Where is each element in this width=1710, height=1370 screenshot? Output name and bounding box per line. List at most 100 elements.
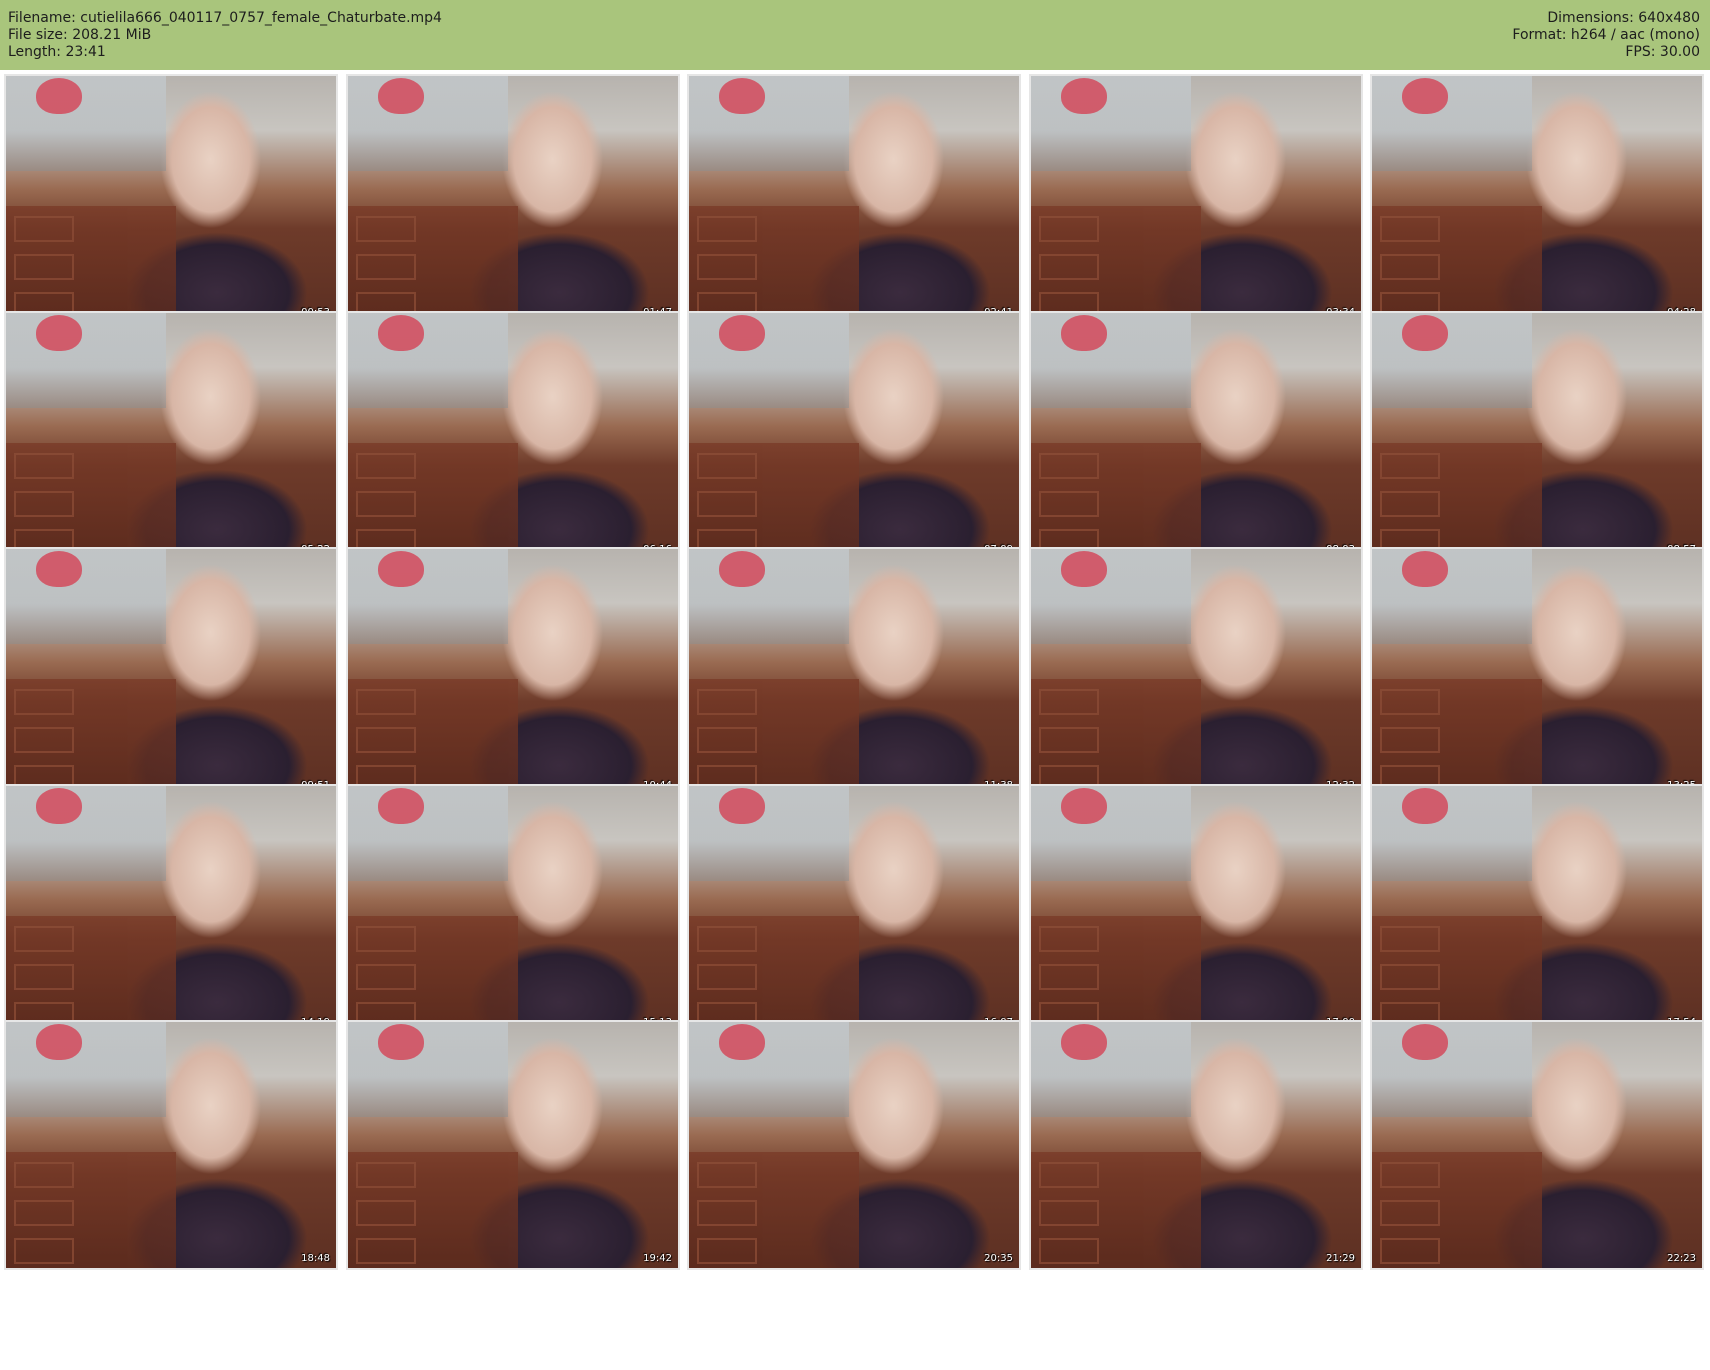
video-thumbnail[interactable]: 01:47 (346, 74, 680, 324)
thumbnail-grid: 00:5301:4702:4103:3404:28 05:2206:1607:09… (0, 74, 1710, 1370)
frame-balloon (378, 551, 424, 587)
frame-desk (6, 916, 176, 1032)
video-thumbnail[interactable]: 04:28 (1370, 74, 1704, 324)
frame-mirror-area (689, 313, 849, 408)
length-text: Length: 23:41 (8, 44, 106, 60)
frame-balloon (378, 78, 424, 114)
frame-mirror-area (689, 76, 849, 171)
video-thumbnail[interactable]: 16:07 (687, 784, 1021, 1034)
frame-balloon (1402, 551, 1448, 587)
info-header: Filename: cutielila666_040117_0757_femal… (0, 0, 1710, 70)
video-thumbnail[interactable]: 10:44 (346, 547, 680, 797)
frame-desk (6, 443, 176, 559)
thumbnail-timestamp: 22:23 (1667, 1253, 1696, 1264)
frame-desk (348, 1152, 518, 1268)
frame-balloon (378, 315, 424, 351)
video-thumbnail[interactable]: 07:09 (687, 311, 1021, 561)
frame-balloon (36, 788, 82, 824)
frame-desk-drawer (14, 1238, 74, 1264)
frame-mirror-area (6, 313, 166, 408)
frame-balloon (36, 1024, 82, 1060)
frame-desk-drawer (697, 254, 757, 280)
frame-desk-drawer (14, 727, 74, 753)
info-left: Filename: cutielila666_040117_0757_femal… (8, 10, 442, 61)
frame-desk-drawer (1039, 453, 1099, 479)
frame-desk (348, 679, 518, 795)
frame-mirror-area (1031, 549, 1191, 644)
frame-mirror-area (6, 76, 166, 171)
frame-balloon (36, 78, 82, 114)
video-thumbnail[interactable]: 00:53 (4, 74, 338, 324)
frame-balloon (719, 315, 765, 351)
video-thumbnail[interactable]: 13:25 (1370, 547, 1704, 797)
video-thumbnail[interactable]: 17:54 (1370, 784, 1704, 1034)
frame-desk-drawer (1380, 1162, 1440, 1188)
frame-desk-drawer (697, 1238, 757, 1264)
video-thumbnail[interactable]: 08:03 (1029, 311, 1363, 561)
frame-desk-drawer (356, 254, 416, 280)
frame-desk-drawer (697, 1162, 757, 1188)
frame-balloon (1061, 788, 1107, 824)
frame-desk (6, 679, 176, 795)
video-thumbnail[interactable]: 15:13 (346, 784, 680, 1034)
video-thumbnail[interactable]: 20:35 (687, 1020, 1021, 1270)
video-thumbnail[interactable]: 09:51 (4, 547, 338, 797)
filesize-text: File size: 208.21 MiB (8, 27, 152, 43)
frame-mirror-area (1372, 1022, 1532, 1117)
frame-mirror-area (348, 786, 508, 881)
video-thumbnail[interactable]: 03:34 (1029, 74, 1363, 324)
frame-desk (348, 206, 518, 322)
frame-desk-drawer (697, 491, 757, 517)
frame-desk-drawer (14, 926, 74, 952)
frame-desk (1031, 1152, 1201, 1268)
format-text: Format: h264 / aac (mono) (1512, 27, 1700, 43)
frame-desk-drawer (356, 453, 416, 479)
frame-balloon (378, 788, 424, 824)
video-thumbnail[interactable]: 12:32 (1029, 547, 1363, 797)
video-thumbnail[interactable]: 11:38 (687, 547, 1021, 797)
frame-balloon (719, 78, 765, 114)
video-thumbnail[interactable]: 02:41 (687, 74, 1021, 324)
frame-balloon (1402, 78, 1448, 114)
video-thumbnail[interactable]: 05:22 (4, 311, 338, 561)
video-thumbnail[interactable]: 19:42 (346, 1020, 680, 1270)
frame-desk-drawer (1039, 727, 1099, 753)
frame-balloon (36, 315, 82, 351)
video-thumbnail[interactable]: 17:00 (1029, 784, 1363, 1034)
video-thumbnail[interactable]: 18:48 (4, 1020, 338, 1270)
frame-desk-drawer (1380, 926, 1440, 952)
frame-balloon (1402, 788, 1448, 824)
dimensions-text: Dimensions: 640x480 (1547, 10, 1700, 26)
frame-desk (348, 916, 518, 1032)
frame-desk-drawer (14, 491, 74, 517)
filename-text: Filename: cutielila666_040117_0757_femal… (8, 10, 442, 26)
frame-desk (689, 443, 859, 559)
video-thumbnail[interactable]: 14:19 (4, 784, 338, 1034)
frame-desk-drawer (356, 727, 416, 753)
frame-desk-drawer (14, 1200, 74, 1226)
frame-desk-drawer (14, 689, 74, 715)
thumbnail-timestamp: 20:35 (984, 1253, 1013, 1264)
video-thumbnail[interactable]: 06:16 (346, 311, 680, 561)
frame-desk (689, 1152, 859, 1268)
frame-mirror-area (1031, 786, 1191, 881)
video-thumbnail[interactable]: 08:57 (1370, 311, 1704, 561)
frame-mirror-area (6, 549, 166, 644)
frame-balloon (1061, 315, 1107, 351)
frame-mirror-area (1372, 313, 1532, 408)
frame-balloon (36, 551, 82, 587)
frame-desk (6, 1152, 176, 1268)
frame-desk-drawer (1380, 1238, 1440, 1264)
frame-desk-drawer (1380, 1200, 1440, 1226)
frame-desk-drawer (1039, 964, 1099, 990)
frame-desk-drawer (697, 453, 757, 479)
frame-desk (6, 206, 176, 322)
video-thumbnail[interactable]: 22:23 (1370, 1020, 1704, 1270)
video-thumbnail[interactable]: 21:29 (1029, 1020, 1363, 1270)
thumbnail-timestamp: 21:29 (1326, 1253, 1355, 1264)
frame-desk-drawer (1039, 689, 1099, 715)
frame-mirror-area (348, 76, 508, 171)
frame-desk (1372, 679, 1542, 795)
frame-balloon (1061, 78, 1107, 114)
frame-desk (348, 443, 518, 559)
